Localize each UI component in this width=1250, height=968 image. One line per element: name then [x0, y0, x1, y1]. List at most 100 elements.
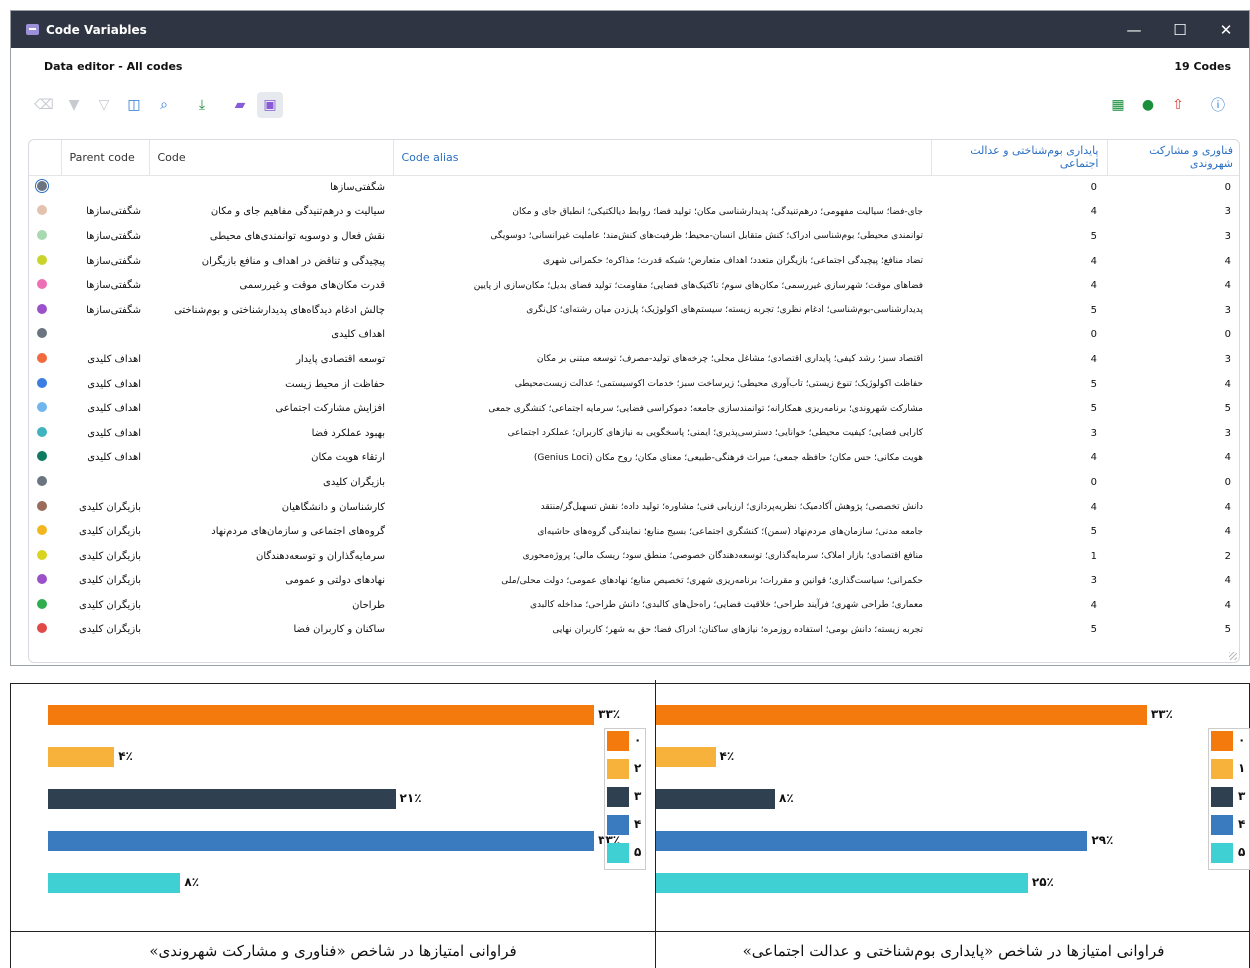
- code-color-dot[interactable]: [37, 328, 47, 339]
- ecology-justice-cell[interactable]: 5: [931, 618, 1107, 643]
- tech-participation-cell[interactable]: 4: [1107, 446, 1239, 471]
- table-row[interactable]: شگفتی‌سازها چالش ادغام دیدگاه‌های پدیدارش…: [29, 298, 1239, 323]
- tech-participation-cell[interactable]: 4: [1107, 495, 1239, 520]
- code-cell[interactable]: افزایش مشارکت اجتماعی: [149, 396, 393, 421]
- table-row[interactable]: اهداف کلیدی ارتقاء هویت مکان هویت مکانی؛ ح…: [29, 446, 1239, 471]
- code-color-dot[interactable]: [37, 500, 47, 511]
- download-icon[interactable]: ⤓: [189, 92, 215, 118]
- code-alias-cell[interactable]: کارایی فضایی؛ کیفیت محیطی؛ خوانایی؛ دستر…: [393, 421, 931, 446]
- table-row[interactable]: اهداف کلیدی بهبود عملکرد فضا کارایی فضایی؛…: [29, 421, 1239, 446]
- tech-participation-cell[interactable]: 4: [1107, 593, 1239, 618]
- info-icon[interactable]: ⓘ: [1205, 92, 1231, 118]
- parent-code-cell[interactable]: اهداف کلیدی: [61, 396, 149, 421]
- search-icon[interactable]: ⌕: [151, 92, 177, 118]
- code-alias-cell[interactable]: حفاظت اکولوژیک؛ تنوع زیستی؛ تاب‌آوری محی…: [393, 372, 931, 397]
- table-row[interactable]: شگفتی‌سازها قدرت مکان‌های موقت و غیررسمی ف…: [29, 273, 1239, 298]
- color-cell[interactable]: [29, 347, 61, 372]
- code-alias-cell[interactable]: پدیدارشناسی-بوم‌شناسی؛ ادغام نظری؛ تجربه…: [393, 298, 931, 323]
- table-row[interactable]: بازیگران کلیدی 0 0: [29, 470, 1239, 495]
- ecology-justice-cell[interactable]: 0: [931, 175, 1107, 200]
- table-row[interactable]: شگفتی‌سازها نقش فعال و دوسویه توانمندی‌ها…: [29, 224, 1239, 249]
- color-column-header[interactable]: [29, 140, 61, 176]
- tech-participation-cell[interactable]: 2: [1107, 544, 1239, 569]
- color-cell[interactable]: [29, 200, 61, 225]
- ecology-justice-cell[interactable]: 4: [931, 249, 1107, 274]
- code-cell[interactable]: بهبود عملکرد فضا: [149, 421, 393, 446]
- tech-participation-cell[interactable]: 4: [1107, 519, 1239, 544]
- table-row[interactable]: بازیگران کلیدی نهادهای دولتی و عمومی حکمرا…: [29, 569, 1239, 594]
- code-cell[interactable]: نهادهای دولتی و عمومی: [149, 569, 393, 594]
- color-cell[interactable]: [29, 421, 61, 446]
- code-alias-cell[interactable]: اقتصاد سبز؛ رشد کیفی؛ پایداری اقتصادی؛ م…: [393, 347, 931, 372]
- code-cell[interactable]: توسعه اقتصادی پایدار: [149, 347, 393, 372]
- parent-code-cell[interactable]: [61, 323, 149, 348]
- code-color-dot[interactable]: [37, 525, 47, 536]
- title-bar[interactable]: Code Variables — ☐ ✕: [11, 11, 1249, 48]
- tech-participation-cell[interactable]: 5: [1107, 618, 1239, 643]
- code-cell[interactable]: کارشناسان و دانشگاهیان: [149, 495, 393, 520]
- table-row[interactable]: بازیگران کلیدی گروه‌های اجتماعی و سازمان‌…: [29, 519, 1239, 544]
- code-alias-cell[interactable]: جامعه مدنی؛ سازمان‌های مردم‌نهاد (سمن)؛ …: [393, 519, 931, 544]
- tech-participation-cell[interactable]: 3: [1107, 298, 1239, 323]
- ecology-justice-cell[interactable]: 4: [931, 200, 1107, 225]
- table-row[interactable]: شگفتی‌سازها پیچیدگی و تناقض در اهداف و من…: [29, 249, 1239, 274]
- tech-participation-cell[interactable]: 4: [1107, 273, 1239, 298]
- table-row[interactable]: بازیگران کلیدی ساکنان و کاربران فضا تجربه …: [29, 618, 1239, 643]
- color-cell[interactable]: [29, 273, 61, 298]
- parent-code-cell[interactable]: شگفتی‌سازها: [61, 273, 149, 298]
- ecology-justice-cell[interactable]: 0: [931, 323, 1107, 348]
- ecology-justice-header[interactable]: پایداری بوم‌شناختی و عدالت اجتماعی: [930, 140, 1107, 176]
- parent-code-cell[interactable]: اهداف کلیدی: [61, 446, 149, 471]
- ecology-justice-cell[interactable]: 0: [931, 470, 1107, 495]
- close-button[interactable]: ✕: [1203, 11, 1249, 48]
- table-row[interactable]: بازیگران کلیدی کارشناسان و دانشگاهیان دانش…: [29, 495, 1239, 520]
- code-color-dot[interactable]: [37, 377, 47, 388]
- code-color-dot[interactable]: [37, 549, 47, 560]
- code-cell[interactable]: ساکنان و کاربران فضا: [149, 618, 393, 643]
- ecology-justice-cell[interactable]: 3: [931, 569, 1107, 594]
- color-cell[interactable]: [29, 470, 61, 495]
- eraser-icon[interactable]: ⌫: [31, 92, 57, 118]
- code-color-dot[interactable]: [35, 179, 49, 194]
- table-row[interactable]: بازیگران کلیدی سرمایه‌گذاران و توسعه‌دهند…: [29, 544, 1239, 569]
- parent-code-cell[interactable]: بازیگران کلیدی: [61, 569, 149, 594]
- code-cell[interactable]: ارتقاء هویت مکان: [149, 446, 393, 471]
- code-color-dot[interactable]: [37, 475, 47, 486]
- code-cell[interactable]: بازیگران کلیدی: [149, 470, 393, 495]
- tech-participation-cell[interactable]: 4: [1107, 249, 1239, 274]
- color-cell[interactable]: [29, 249, 61, 274]
- code-cell[interactable]: چالش ادغام دیدگاه‌های پدیدارشناختی و بوم…: [149, 298, 393, 323]
- code-alias-cell[interactable]: [393, 175, 931, 200]
- tech-participation-cell[interactable]: 3: [1107, 347, 1239, 372]
- parent-code-cell[interactable]: اهداف کلیدی: [61, 421, 149, 446]
- tech-participation-header[interactable]: فناوری و مشارکت شهروندی: [1106, 140, 1239, 176]
- tech-participation-cell[interactable]: 0: [1107, 175, 1239, 200]
- table-view-icon[interactable]: ▣: [257, 92, 283, 118]
- code-alias-cell[interactable]: توانمندی محیطی؛ بوم‌شناسی ادراک؛ کنش متق…: [393, 224, 931, 249]
- tech-participation-cell[interactable]: 5: [1107, 396, 1239, 421]
- color-cell[interactable]: [29, 618, 61, 643]
- tech-participation-cell[interactable]: 3: [1107, 421, 1239, 446]
- tech-participation-cell[interactable]: 0: [1107, 470, 1239, 495]
- parent-code-cell[interactable]: بازیگران کلیدی: [61, 495, 149, 520]
- code-cell[interactable]: سرمایه‌گذاران و توسعه‌دهندگان: [149, 544, 393, 569]
- parent-code-header[interactable]: Parent code: [60, 140, 149, 176]
- code-alias-cell[interactable]: تجربه زیسته؛ دانش بومی؛ استفاده روزمره؛ …: [393, 618, 931, 643]
- table-row[interactable]: اهداف کلیدی 0 0: [29, 323, 1239, 348]
- parent-code-cell[interactable]: [61, 470, 149, 495]
- parent-code-cell[interactable]: اهداف کلیدی: [61, 372, 149, 397]
- code-color-dot[interactable]: [37, 303, 47, 314]
- maximize-button[interactable]: ☐: [1157, 11, 1203, 48]
- ecology-justice-cell[interactable]: 4: [931, 593, 1107, 618]
- tech-participation-cell[interactable]: 0: [1107, 323, 1239, 348]
- color-cell[interactable]: [29, 298, 61, 323]
- parent-code-cell[interactable]: شگفتی‌سازها: [61, 224, 149, 249]
- code-color-dot[interactable]: [37, 598, 47, 609]
- ecology-justice-cell[interactable]: 5: [931, 519, 1107, 544]
- code-color-dot[interactable]: [37, 205, 47, 216]
- color-cell[interactable]: [29, 446, 61, 471]
- ecology-justice-cell[interactable]: 4: [931, 347, 1107, 372]
- code-alias-cell[interactable]: دانش تخصصی؛ پژوهش آکادمیک؛ نظریه‌پردازی؛…: [393, 495, 931, 520]
- code-alias-cell[interactable]: مشارکت شهروندی؛ برنامه‌ریزی همکارانه؛ تو…: [393, 396, 931, 421]
- code-alias-cell[interactable]: معماری؛ طراحی شهری؛ فرآیند طراحی؛ خلاقیت…: [393, 593, 931, 618]
